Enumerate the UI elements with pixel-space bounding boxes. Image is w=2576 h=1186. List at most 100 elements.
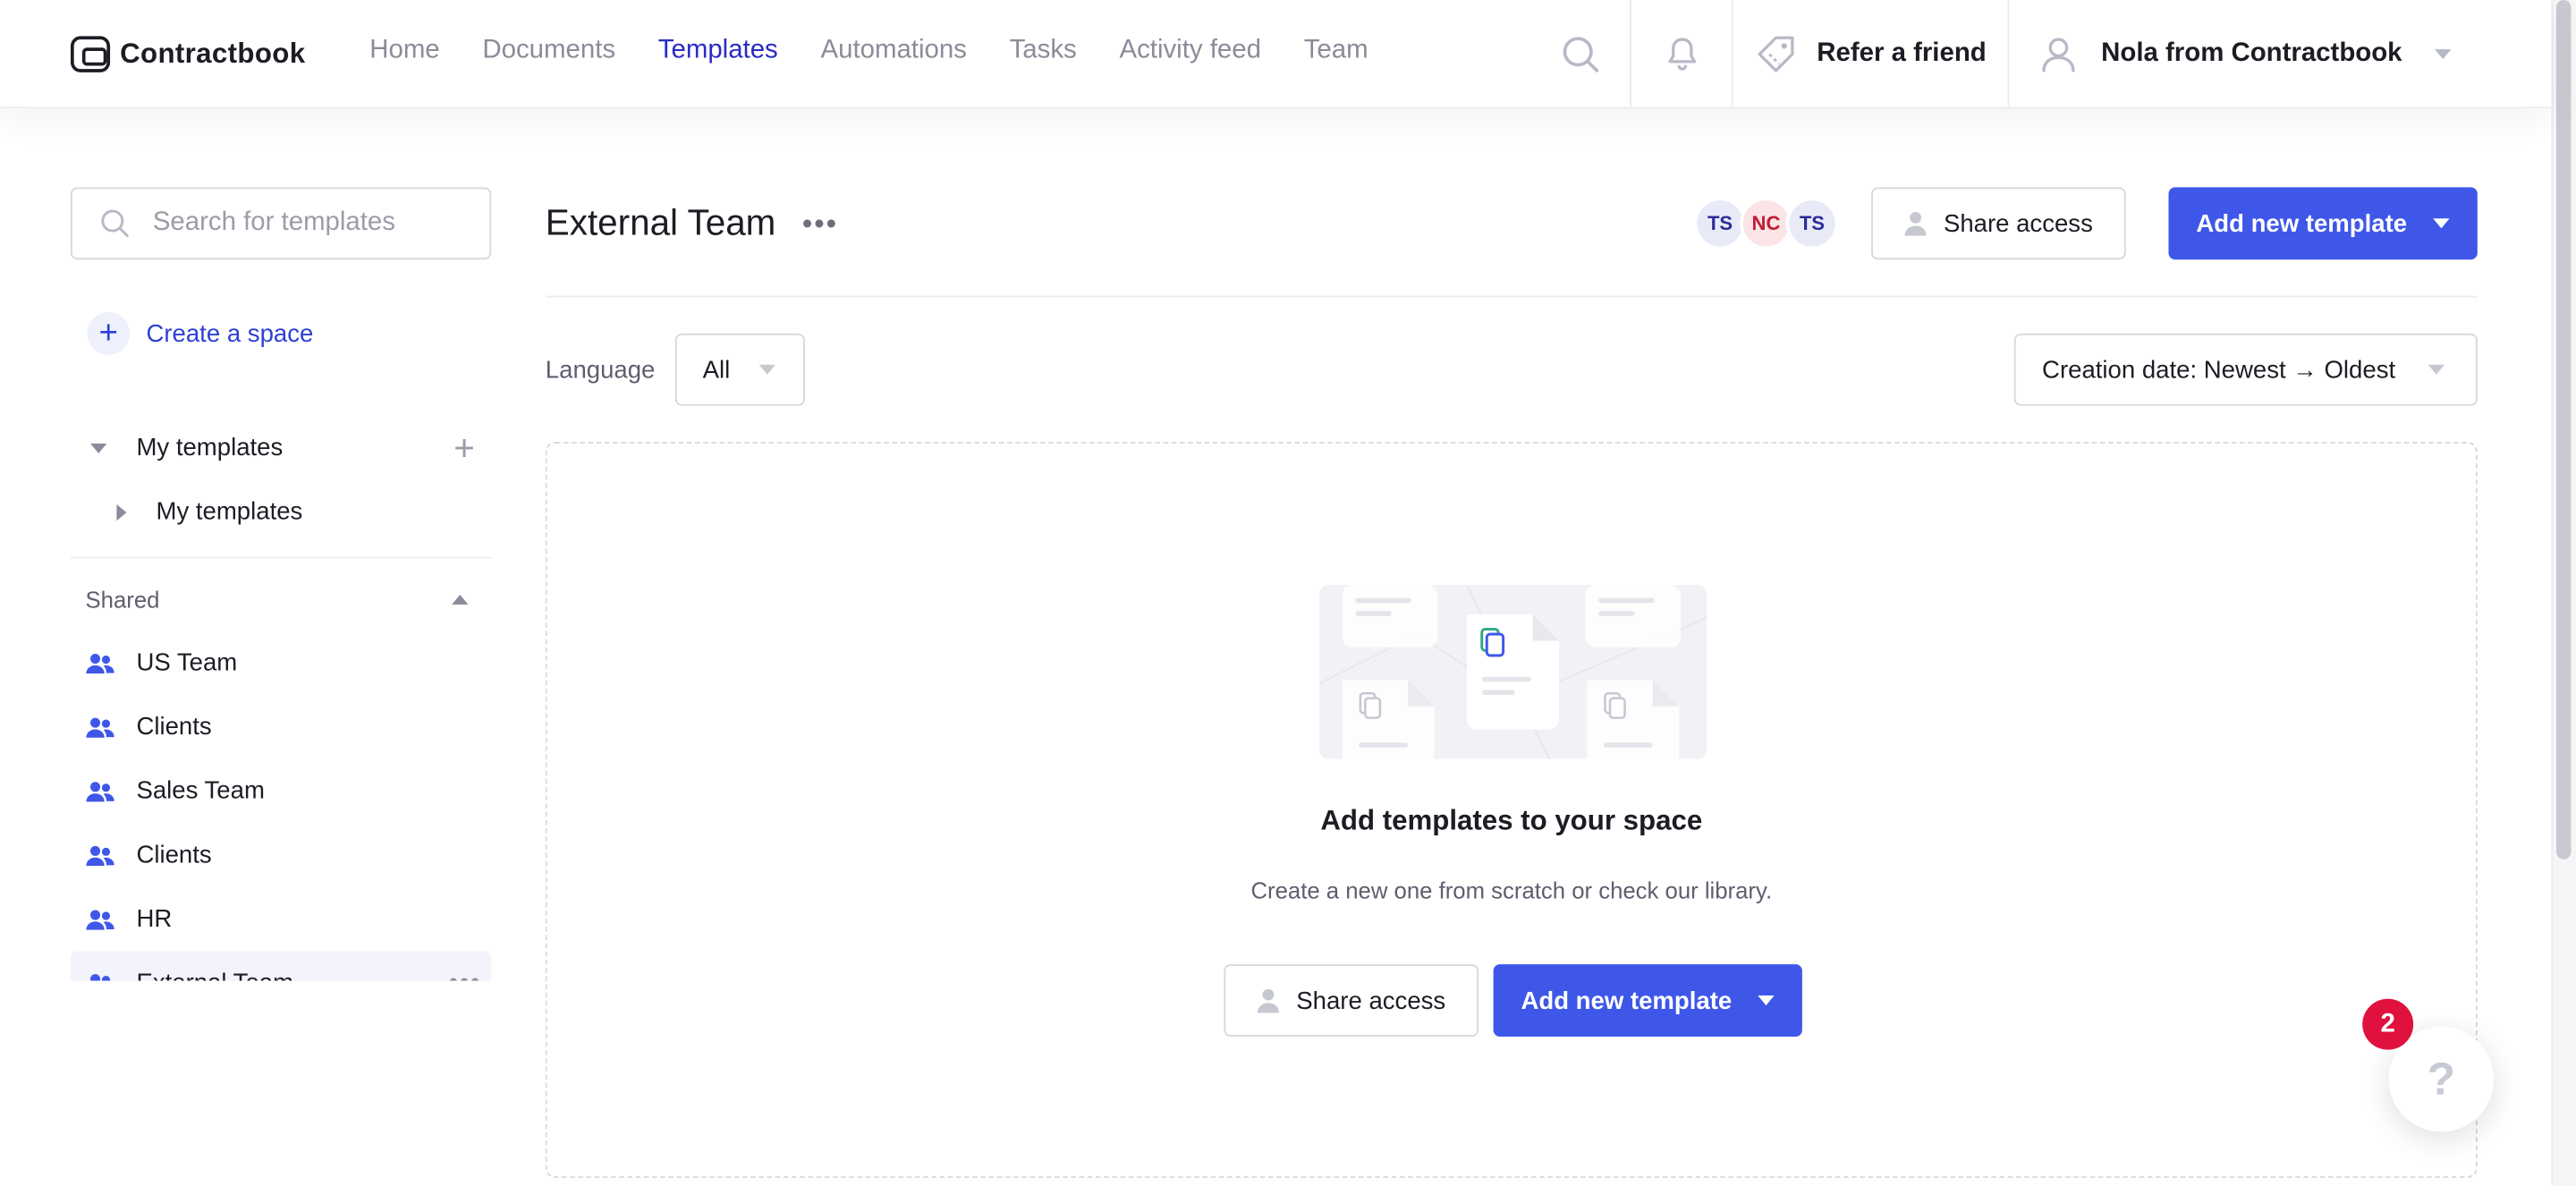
share-access-button[interactable]: Share access bbox=[1224, 964, 1479, 1037]
avatar: TS bbox=[1693, 197, 1747, 250]
chevron-down-icon bbox=[2433, 218, 2450, 229]
team-icon bbox=[86, 653, 114, 673]
shared-space-label: Clients bbox=[136, 713, 212, 741]
person-icon bbox=[1904, 211, 1927, 236]
chevron-down-icon bbox=[1758, 995, 1775, 1006]
main-nav: Home Documents Templates Automations Tas… bbox=[369, 36, 1368, 65]
shared-heading: Shared bbox=[85, 586, 160, 614]
chevron-down-icon bbox=[2428, 364, 2445, 375]
chevron-down-icon bbox=[2435, 49, 2452, 60]
shared-space-label: Clients bbox=[136, 841, 212, 869]
more-options-icon[interactable]: ••• bbox=[449, 969, 481, 981]
my-templates-heading: My templates bbox=[136, 433, 284, 462]
shared-space-item-active[interactable]: External Team ••• bbox=[70, 951, 492, 981]
team-icon bbox=[86, 909, 114, 929]
brand-name: Contractbook bbox=[120, 38, 306, 70]
shared-space-item[interactable]: HR bbox=[71, 887, 491, 952]
app-root: Contractbook Home Documents Templates Au… bbox=[0, 0, 2576, 1186]
shared-space-label: Sales Team bbox=[136, 776, 265, 805]
team-icon bbox=[86, 844, 114, 866]
search-icon bbox=[101, 209, 129, 238]
add-folder-plus-icon[interactable]: + bbox=[453, 427, 475, 470]
my-templates-group[interactable]: My templates + bbox=[71, 416, 491, 480]
refer-a-friend-button[interactable]: Refer a friend bbox=[1731, 0, 2008, 109]
shared-space-item[interactable]: Clients bbox=[71, 823, 491, 887]
member-avatars[interactable]: TS NC TS bbox=[1693, 197, 1839, 250]
search-icon bbox=[1562, 37, 1598, 72]
header-divider bbox=[545, 295, 2478, 298]
filters-bar: Language All Creation date: Newest → Old… bbox=[545, 333, 2478, 406]
top-navigation-bar: Contractbook Home Documents Templates Au… bbox=[0, 0, 2552, 109]
shared-space-item[interactable]: Sales Team bbox=[71, 759, 491, 824]
page-title: External Team bbox=[545, 201, 776, 243]
add-new-template-label: Add new template bbox=[2196, 209, 2408, 238]
team-icon bbox=[86, 781, 114, 801]
share-access-label: Share access bbox=[1296, 986, 1446, 1015]
nav-item-templates[interactable]: Templates bbox=[658, 36, 778, 65]
main-content: External Team ••• TS NC TS Share access … bbox=[545, 187, 2478, 1178]
sort-select[interactable]: Creation date: Newest → Oldest bbox=[2013, 333, 2478, 406]
language-label: Language bbox=[545, 355, 656, 384]
shared-teams-list: US Team Clients Sales Team Clients HR Ex… bbox=[70, 631, 492, 981]
chevron-down-icon bbox=[759, 364, 776, 375]
templates-illustration bbox=[1318, 584, 1707, 759]
template-search-input[interactable] bbox=[152, 208, 465, 239]
caret-down-icon bbox=[90, 442, 107, 453]
empty-state-title: Add templates to your space bbox=[1320, 804, 1703, 836]
team-icon bbox=[90, 973, 111, 981]
nav-item-team[interactable]: Team bbox=[1304, 36, 1368, 65]
create-space-button[interactable]: + Create a space bbox=[87, 311, 491, 355]
empty-state-subtitle: Create a new one from scratch or check o… bbox=[1250, 877, 1773, 904]
language-value: All bbox=[702, 355, 731, 384]
space-options-icon[interactable]: ••• bbox=[802, 207, 838, 241]
share-access-label: Share access bbox=[1943, 209, 2093, 238]
shared-space-label: HR bbox=[136, 905, 173, 934]
sidebar: + Create a space My templates + My templ… bbox=[70, 187, 492, 981]
bell-icon bbox=[1667, 38, 1696, 71]
user-name: Nola from Contractbook bbox=[2101, 39, 2402, 68]
sidebar-divider bbox=[70, 556, 492, 559]
contractbook-logo-icon bbox=[70, 36, 111, 72]
question-mark-icon: ? bbox=[2427, 1053, 2456, 1105]
global-search-button[interactable] bbox=[1530, 0, 1630, 108]
language-select[interactable]: All bbox=[674, 333, 805, 406]
avatar: TS bbox=[1785, 197, 1839, 250]
page-scrollbar[interactable] bbox=[2551, 0, 2576, 1186]
empty-state-panel: Add templates to your space Create a new… bbox=[545, 442, 2478, 1178]
caret-right-icon bbox=[116, 503, 127, 521]
add-new-template-label: Add new template bbox=[1521, 986, 1733, 1015]
create-space-label: Create a space bbox=[146, 319, 314, 348]
sort-value: Creation date: Newest → Oldest bbox=[2042, 355, 2396, 384]
shared-space-label: US Team bbox=[136, 648, 238, 677]
avatar: NC bbox=[1740, 197, 1792, 250]
scrollbar-thumb[interactable] bbox=[2555, 0, 2572, 860]
notifications-button[interactable] bbox=[1630, 0, 1732, 109]
shared-section-header[interactable]: Shared bbox=[71, 569, 491, 631]
space-header: External Team ••• TS NC TS Share access … bbox=[545, 187, 2478, 260]
nav-item-automations[interactable]: Automations bbox=[821, 36, 967, 65]
brand-logo[interactable]: Contractbook bbox=[70, 36, 306, 72]
nav-item-home[interactable]: Home bbox=[369, 36, 439, 65]
nav-item-tasks[interactable]: Tasks bbox=[1010, 36, 1077, 65]
plus-icon: + bbox=[87, 311, 131, 355]
share-access-button[interactable]: Share access bbox=[1871, 187, 2126, 260]
ticket-icon bbox=[1758, 36, 1794, 72]
refer-a-friend-label: Refer a friend bbox=[1817, 39, 1987, 68]
add-new-template-button[interactable]: Add new template bbox=[1493, 964, 1802, 1037]
team-icon bbox=[86, 716, 114, 737]
my-templates-folder[interactable]: My templates bbox=[71, 479, 491, 544]
shared-space-item[interactable]: US Team bbox=[71, 631, 491, 695]
user-menu[interactable]: Nola from Contractbook bbox=[2007, 0, 2526, 109]
my-templates-section: My templates + My templates bbox=[71, 416, 491, 544]
my-templates-folder-label: My templates bbox=[156, 497, 303, 526]
shared-space-label: External Team bbox=[136, 970, 293, 981]
topbar-actions: Refer a friend Nola from Contractbook bbox=[1530, 0, 2527, 109]
user-avatar-icon bbox=[2042, 38, 2075, 72]
caret-up-icon bbox=[452, 594, 469, 605]
nav-item-documents[interactable]: Documents bbox=[482, 36, 615, 65]
nav-item-activity-feed[interactable]: Activity feed bbox=[1120, 36, 1261, 65]
shared-space-item[interactable]: Clients bbox=[71, 695, 491, 759]
template-search-box bbox=[70, 187, 492, 260]
notification-count-badge: 2 bbox=[2362, 998, 2414, 1050]
add-new-template-button[interactable]: Add new template bbox=[2168, 187, 2478, 260]
